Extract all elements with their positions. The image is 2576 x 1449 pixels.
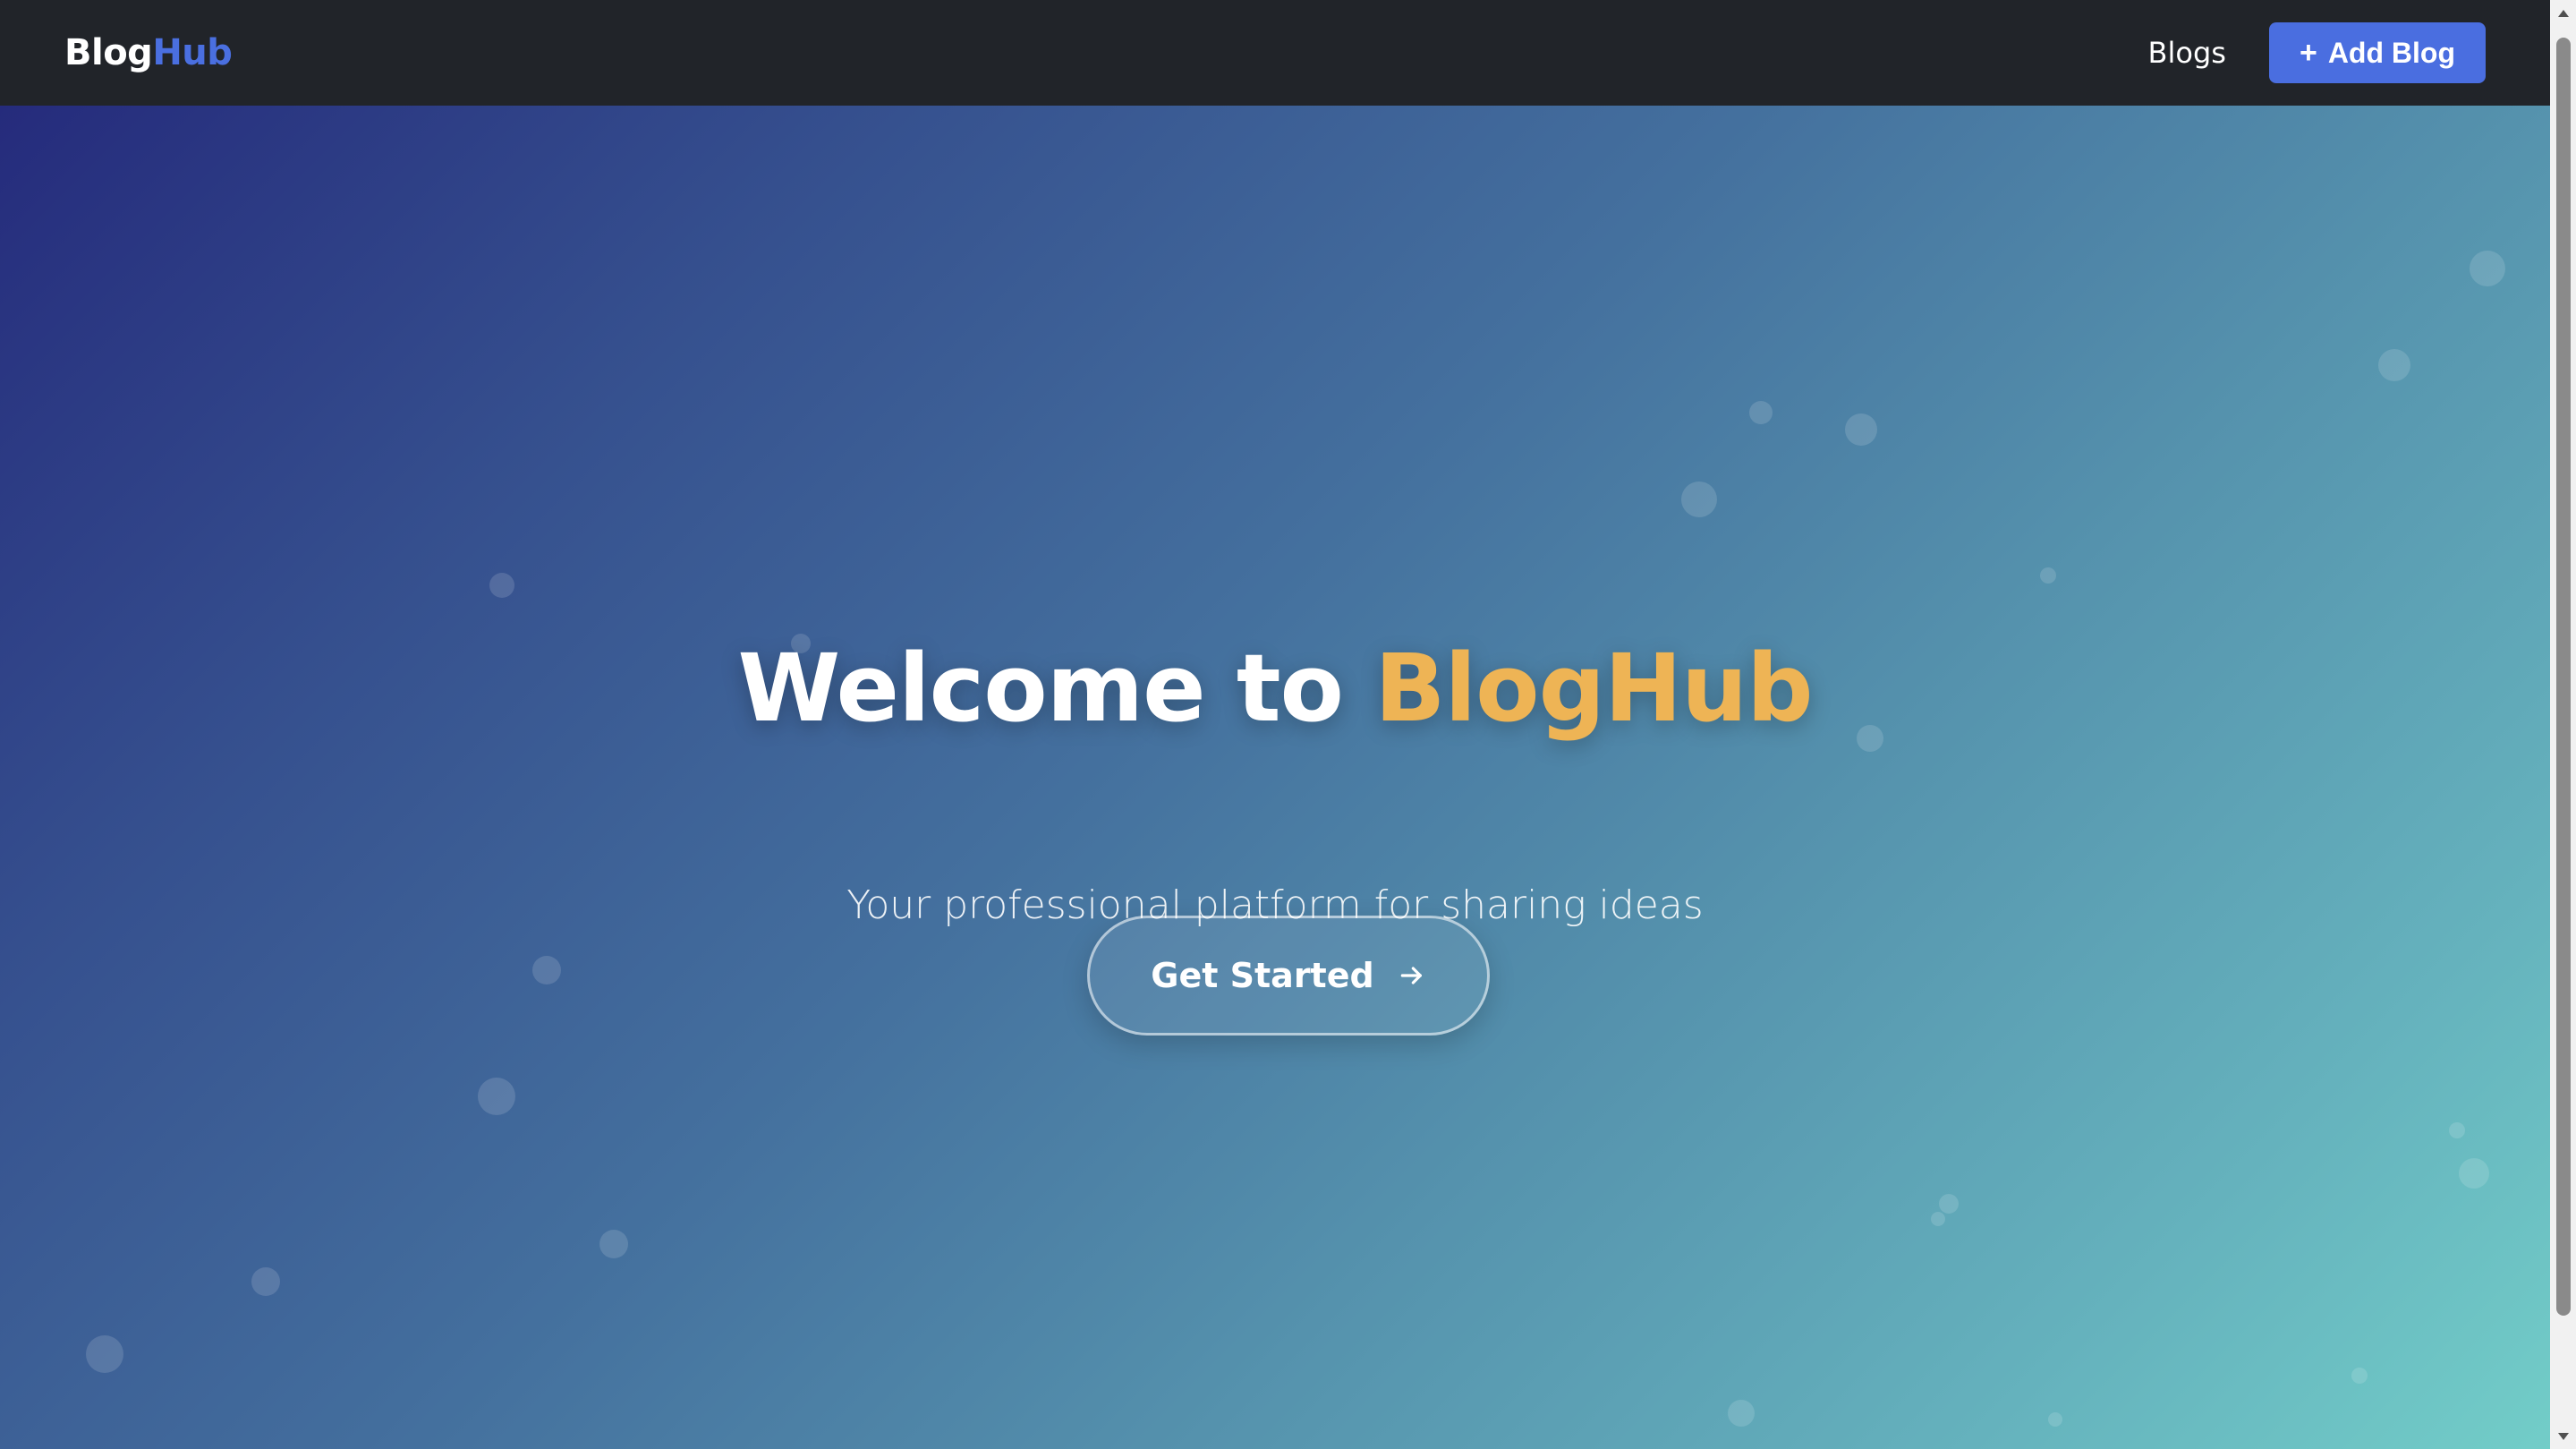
arrow-right-icon xyxy=(1398,961,1426,990)
scroll-up-arrow-icon[interactable] xyxy=(2550,0,2576,26)
scroll-down-arrow-icon[interactable] xyxy=(2550,1423,2576,1449)
nav-actions: Blogs + Add Blog xyxy=(2148,22,2486,83)
nav-link-blogs[interactable]: Blogs xyxy=(2148,36,2226,70)
add-blog-button-label: Add Blog xyxy=(2327,36,2455,69)
vertical-scrollbar[interactable] xyxy=(2550,0,2576,1449)
brand-text-blog: Blog xyxy=(64,32,153,73)
add-blog-button[interactable]: + Add Blog xyxy=(2268,22,2486,83)
hero-content: Welcome to BlogHub Your professional pla… xyxy=(0,106,2550,1449)
hero-section: Welcome to BlogHub Your professional pla… xyxy=(0,106,2550,1449)
scrollbar-thumb[interactable] xyxy=(2556,38,2571,1316)
brand-text-hub: Hub xyxy=(152,32,233,73)
navbar: BlogHub Blogs + Add Blog xyxy=(0,0,2550,106)
brand-logo[interactable]: BlogHub xyxy=(64,32,233,73)
page-viewport: BlogHub Blogs + Add Blog Welcome to Blog… xyxy=(0,0,2550,1449)
hero-title: Welcome to BlogHub xyxy=(0,634,2550,743)
get-started-label: Get Started xyxy=(1151,956,1374,995)
get-started-button[interactable]: Get Started xyxy=(1087,916,1490,1036)
hero-title-highlight: BlogHub xyxy=(1374,634,1813,743)
hero-title-prefix: Welcome to xyxy=(737,634,1375,743)
plus-icon: + xyxy=(2299,35,2317,70)
